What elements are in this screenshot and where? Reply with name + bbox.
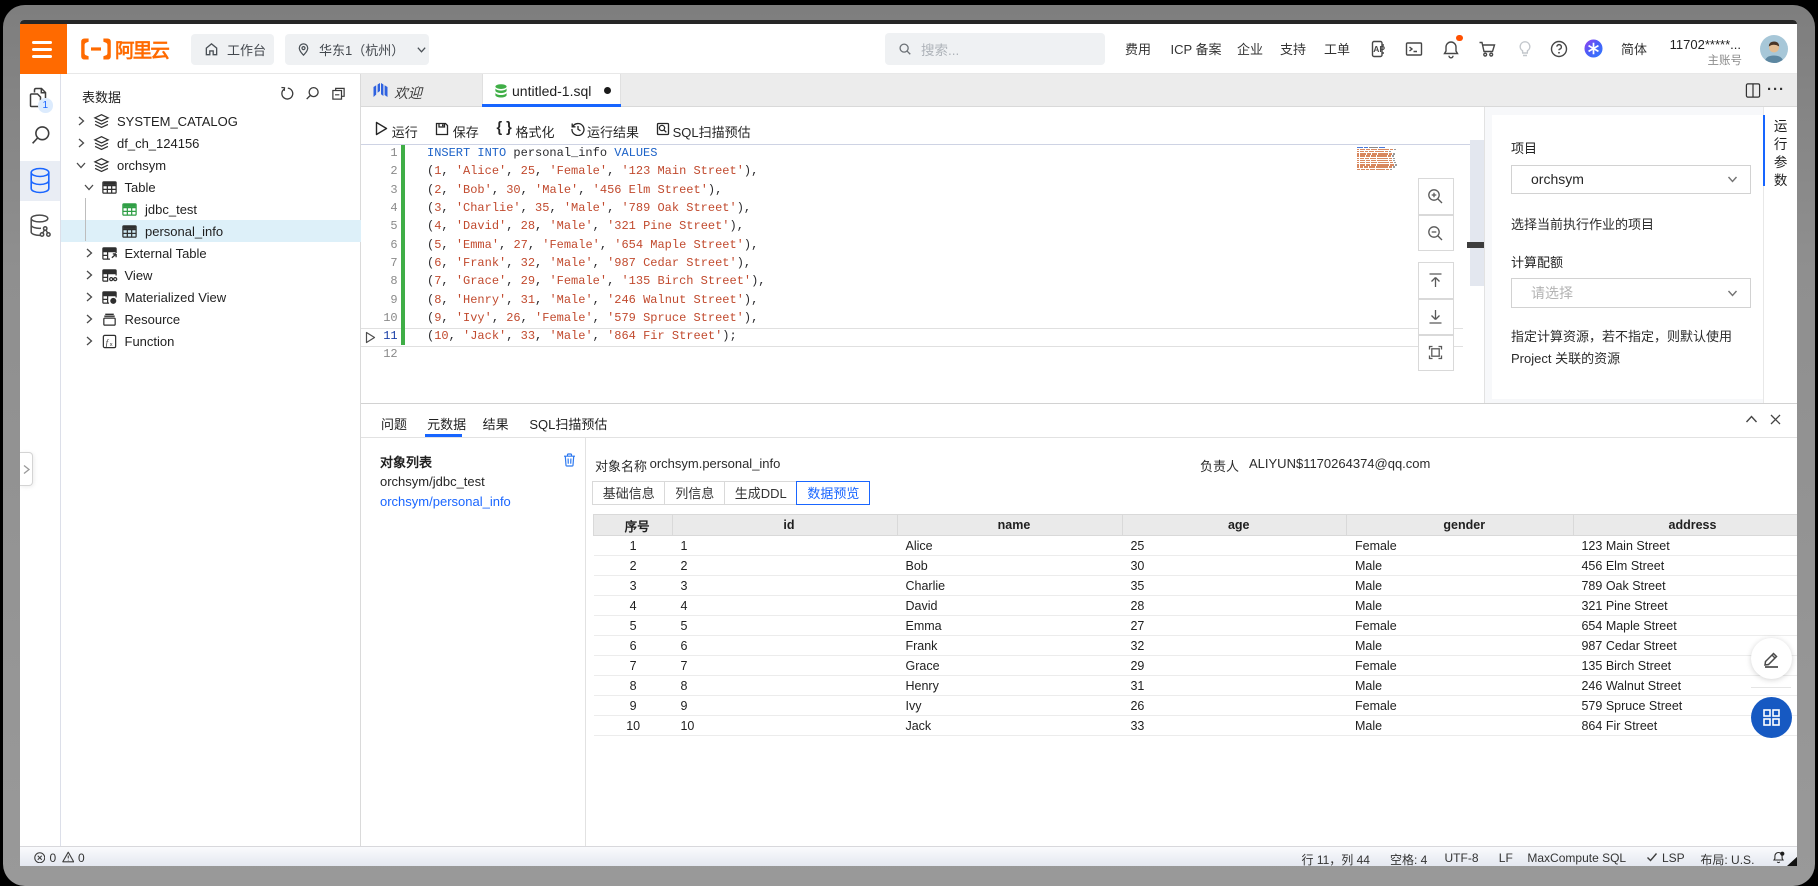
svg-text:e: e [111,298,114,304]
svg-text:x: x [109,342,112,348]
svg-text:AP: AP [1373,43,1385,53]
